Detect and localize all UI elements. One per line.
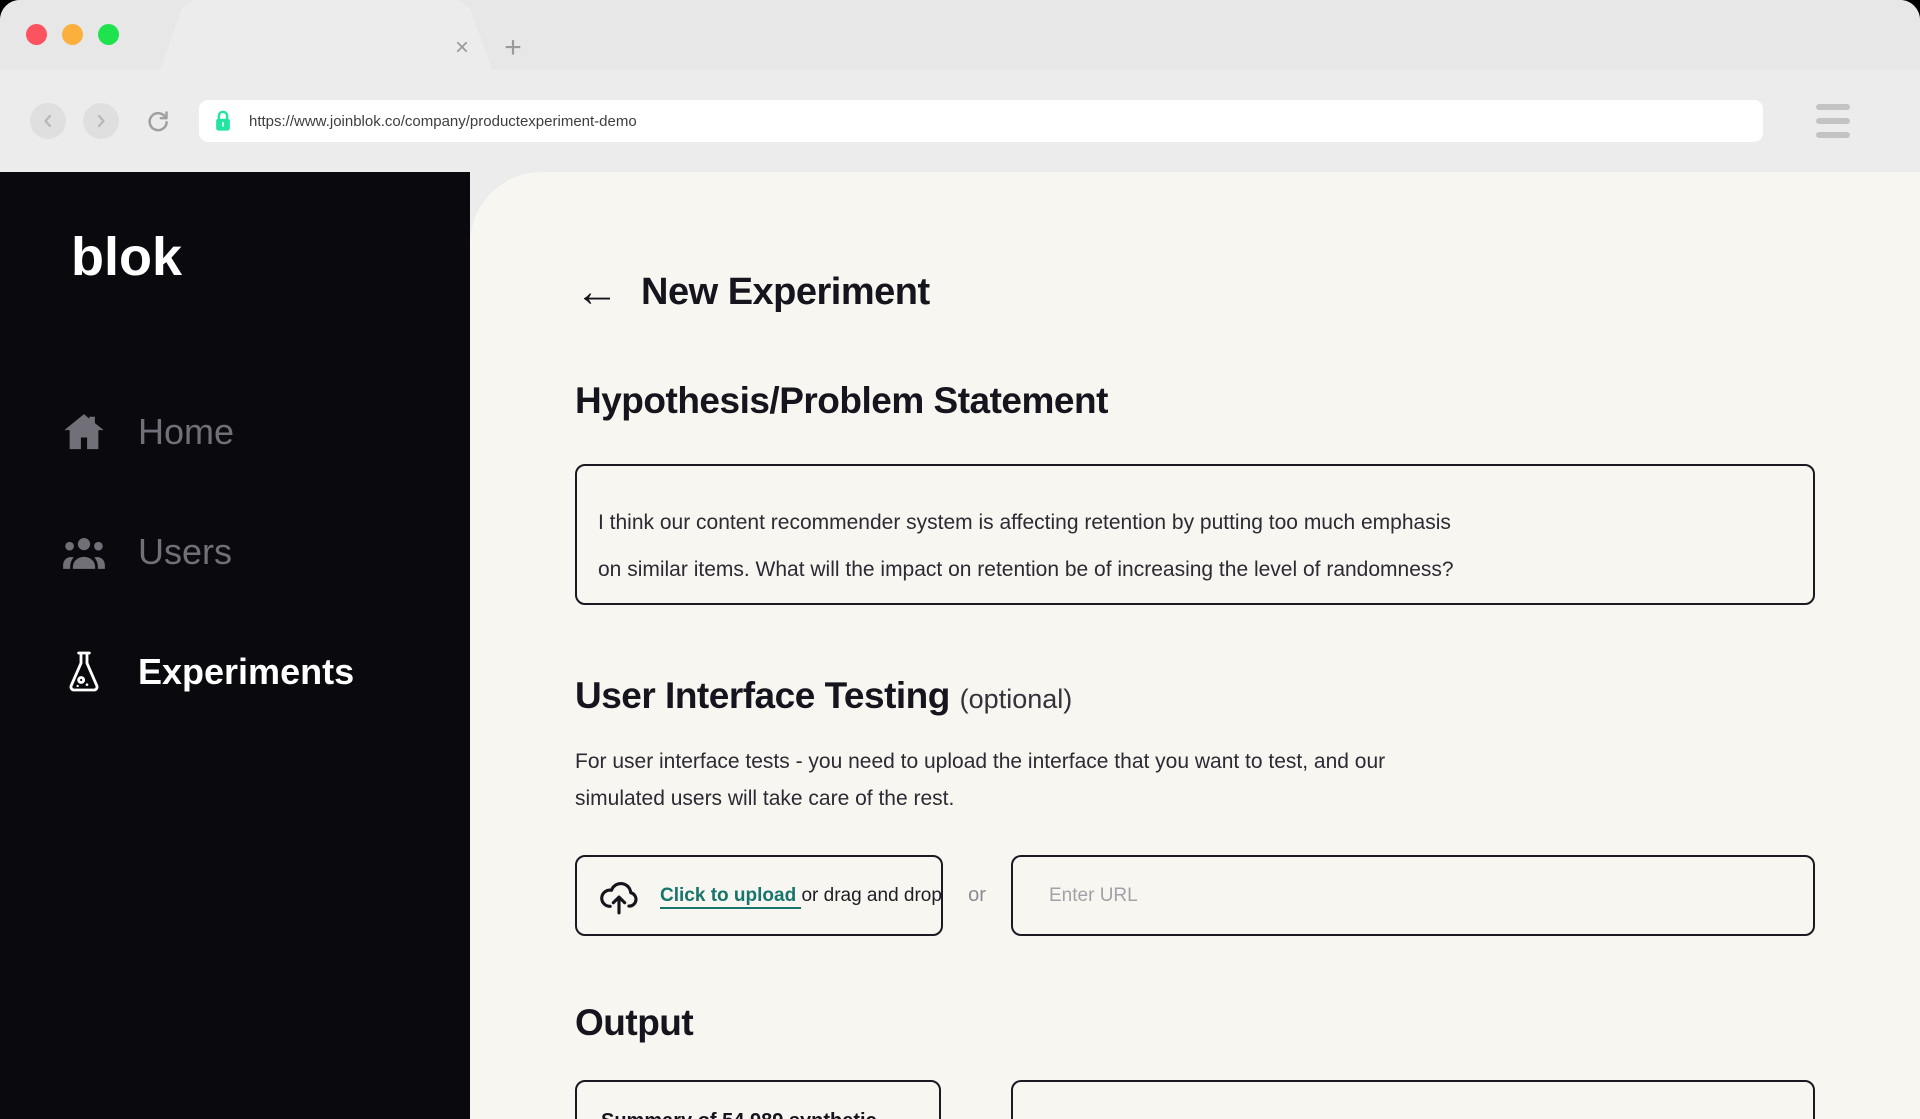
back-arrow-icon[interactable]: ←	[575, 270, 619, 314]
upload-label: Click to upload or drag and drop	[660, 884, 942, 909]
enter-url-input[interactable]	[1011, 855, 1815, 936]
url-bar[interactable]	[199, 100, 1763, 142]
lock-icon	[216, 110, 230, 131]
menu-button[interactable]	[1816, 104, 1850, 138]
home-icon	[62, 410, 106, 454]
new-tab-icon[interactable]: +	[498, 33, 528, 63]
menu-bar	[1816, 118, 1850, 124]
page-title: New Experiment	[641, 270, 930, 313]
hypothesis-line: I think our content recommender system i…	[598, 511, 1451, 534]
ui-testing-description: For user interface tests - you need to u…	[575, 743, 1815, 817]
back-button[interactable]	[30, 103, 66, 139]
output-heading: Output	[575, 1002, 694, 1043]
hypothesis-line: on similar items. What will the impact o…	[598, 558, 1454, 581]
optional-label: (optional)	[959, 684, 1073, 714]
url-input[interactable]	[249, 112, 1763, 130]
reload-icon	[148, 111, 168, 132]
menu-bar	[1816, 104, 1850, 110]
sidebar-item-label: Home	[138, 411, 235, 452]
page-header: ← New Experiment	[575, 270, 1815, 314]
ui-testing-heading-text: User Interface Testing	[575, 675, 950, 716]
output-cards: Summary of 54,989 synthetic	[575, 1080, 1815, 1119]
chevron-left-icon	[44, 114, 52, 128]
forward-button[interactable]	[83, 103, 119, 139]
chart-card	[1011, 1080, 1815, 1119]
description-line: simulated users will take care of the re…	[575, 787, 955, 810]
sidebar-item-home[interactable]: Home	[0, 410, 470, 454]
ui-testing-heading: User Interface Testing (optional)	[575, 675, 1815, 717]
sidebar-item-users[interactable]: Users	[0, 530, 470, 574]
close-window-button[interactable]	[26, 24, 47, 45]
cloud-upload-icon	[600, 881, 638, 914]
browser-window: × + https://www.joinblok.co/company/prod…	[0, 0, 1920, 1119]
reload-button[interactable]	[141, 104, 175, 138]
browser-tab[interactable]	[160, 0, 492, 70]
tab-close-icon[interactable]: ×	[450, 36, 474, 60]
window-controls	[26, 24, 119, 45]
flask-icon	[62, 650, 106, 694]
maximize-window-button[interactable]	[98, 24, 119, 45]
tab-strip: × +	[0, 0, 1920, 70]
summary-card: Summary of 54,989 synthetic	[575, 1080, 941, 1119]
sidebar-nav: Home Users Experiments	[0, 410, 470, 770]
hypothesis-textarea[interactable]: I think our content recommender system i…	[575, 464, 1815, 605]
upload-row: Click to upload or drag and drop or	[575, 855, 1815, 936]
users-icon	[62, 530, 106, 574]
upload-suffix: or drag and drop	[801, 884, 942, 906]
hypothesis-heading: Hypothesis/Problem Statement	[575, 380, 1108, 421]
sidebar-item-label: Experiments	[138, 651, 355, 692]
minimize-window-button[interactable]	[62, 24, 83, 45]
summary-card-text: Summary of 54,989 synthetic	[601, 1108, 909, 1119]
blok-logo: blok	[71, 227, 183, 287]
chevron-right-icon	[97, 114, 105, 128]
sidebar: blok Home Users Experiments	[0, 172, 470, 1119]
sidebar-item-experiments[interactable]: Experiments	[0, 650, 470, 694]
menu-bar	[1816, 132, 1850, 138]
main-content: ← New Experiment Hypothesis/Problem Stat…	[470, 172, 1920, 1119]
app-area: blok Home Users Experiments ← New Experi…	[0, 172, 1920, 1119]
upload-dropzone[interactable]: Click to upload or drag and drop	[575, 855, 943, 936]
upload-link[interactable]: Click to upload	[660, 884, 802, 909]
sidebar-item-label: Users	[138, 531, 233, 572]
browser-navbar	[0, 70, 1920, 172]
description-line: For user interface tests - you need to u…	[575, 750, 1386, 773]
or-separator: or	[968, 884, 986, 906]
